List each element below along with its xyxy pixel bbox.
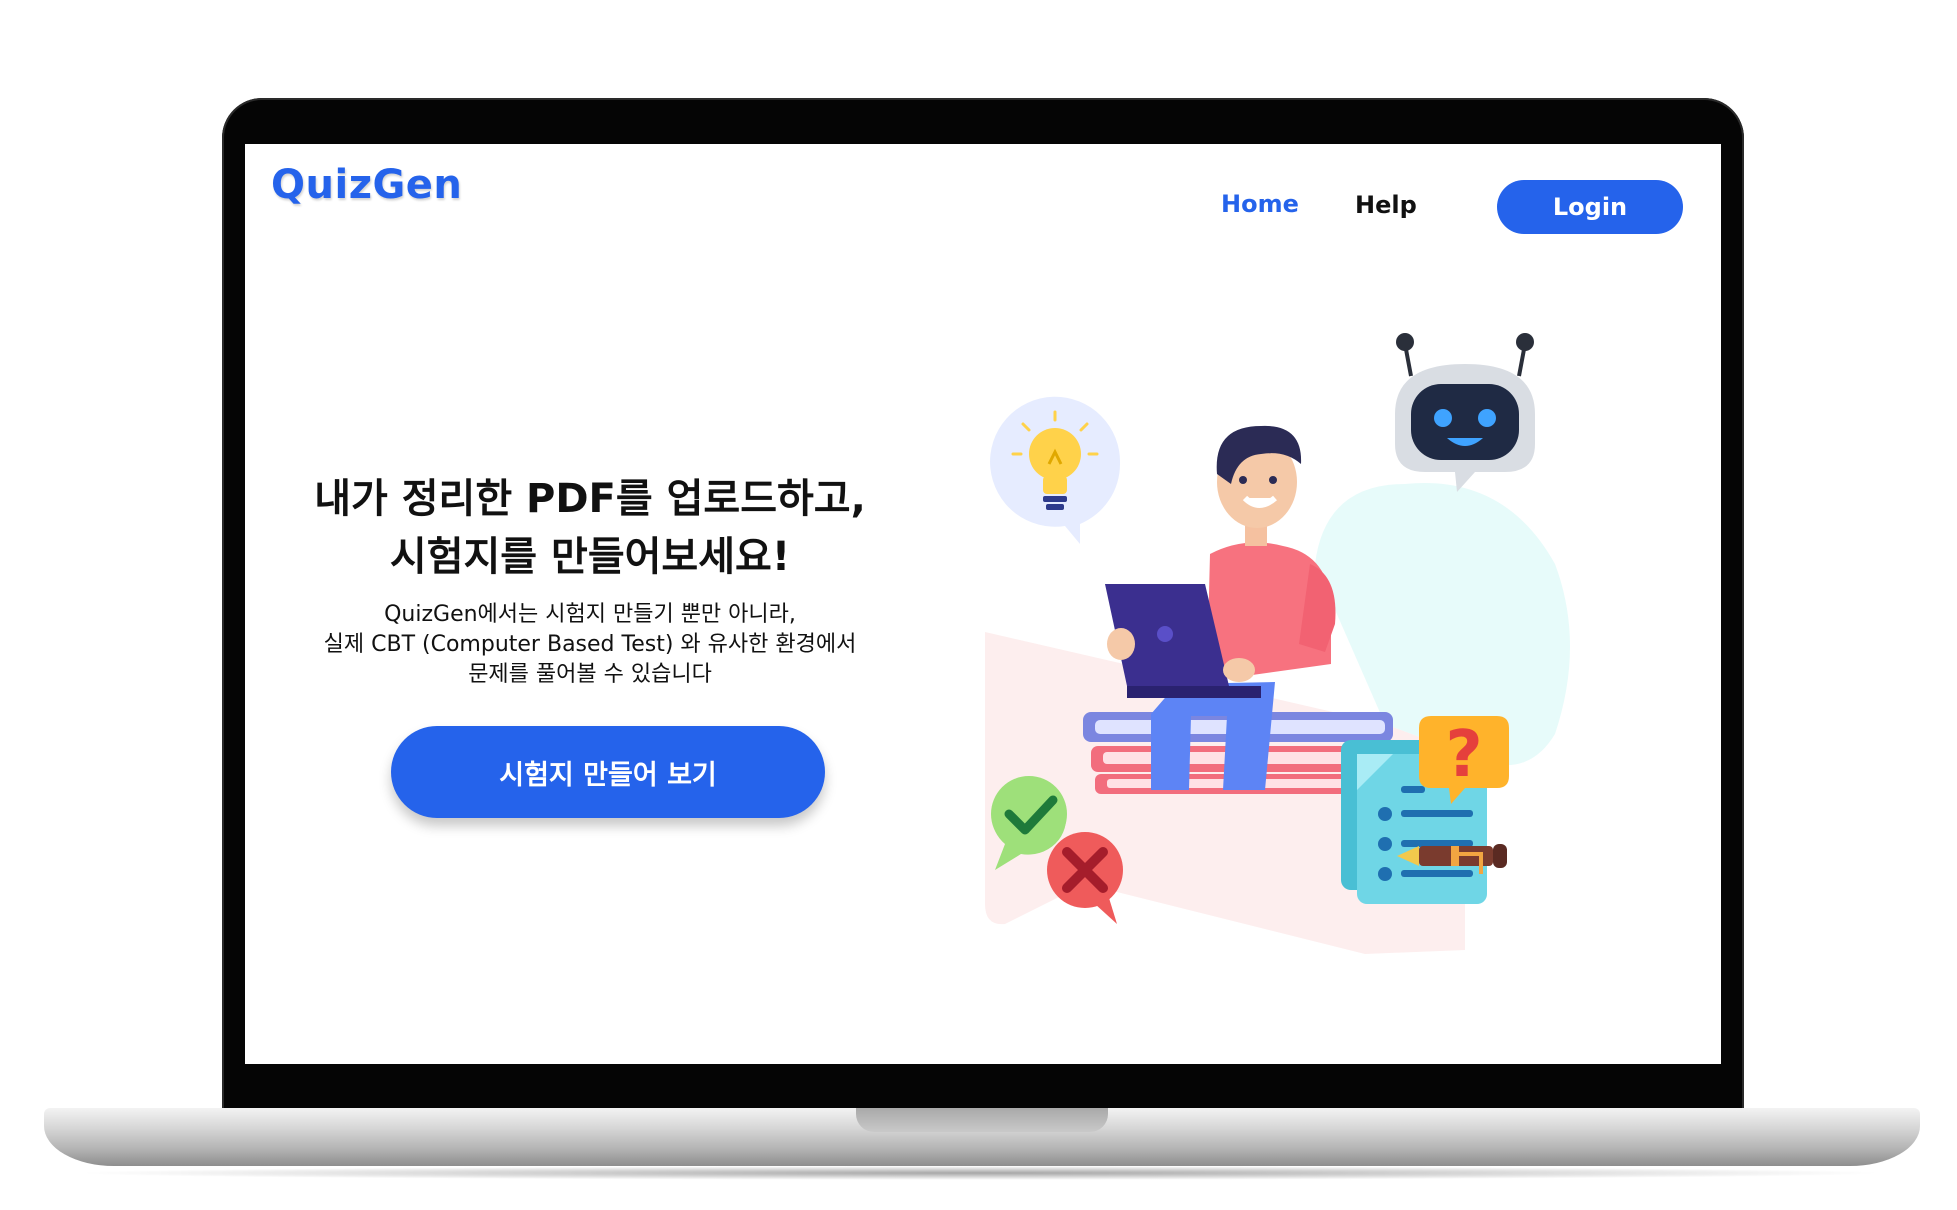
svg-text:?: ?: [1445, 718, 1482, 792]
hero-desc-line-1: QuizGen에서는 시험지 만들기 뿐만 아니라,: [384, 602, 796, 627]
site-logo[interactable]: QuizGen: [271, 162, 462, 208]
hero-desc-line-2: 실제 CBT (Computer Based Test) 와 유사한 환경에서: [323, 632, 857, 657]
hero-title: 내가 정리한 PDF를 업로드하고, 시험지를 만들어보세요!: [265, 470, 915, 586]
hero-description: QuizGen에서는 시험지 만들기 뿐만 아니라, 실제 CBT (Compu…: [265, 600, 915, 690]
login-button[interactable]: Login: [1497, 180, 1683, 234]
hero-illustration: ?: [985, 333, 1570, 954]
hero-title-line-1: 내가 정리한 PDF를 업로드하고,: [314, 476, 866, 522]
laptop-shadow: [70, 1166, 1890, 1180]
nav-home-link[interactable]: Home: [1221, 190, 1299, 218]
create-exam-button[interactable]: 시험지 만들어 보기: [391, 726, 825, 818]
cross-icon: [1047, 832, 1123, 924]
laptop-screen: QuizGen Home Help Login 내가 정리한 PDF를 업로드하…: [245, 144, 1721, 1064]
robot-icon: [1395, 333, 1535, 492]
laptop-base-notch: [856, 1108, 1108, 1132]
lightbulb-icon: [990, 396, 1121, 544]
hero-title-line-2: 시험지를 만들어보세요!: [389, 534, 791, 580]
hero-desc-line-3: 문제를 풀어볼 수 있습니다: [468, 662, 712, 687]
nav-help-link[interactable]: Help: [1355, 191, 1417, 219]
